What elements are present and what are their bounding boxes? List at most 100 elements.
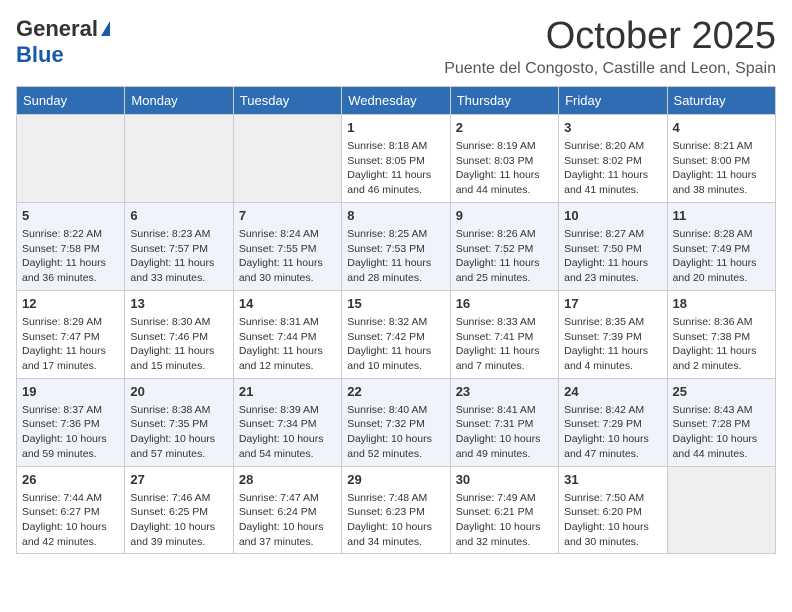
- day-info: Daylight: 10 hours and 49 minutes.: [456, 432, 553, 461]
- day-info: Sunrise: 8:35 AM: [564, 315, 661, 330]
- calendar-cell: 7Sunrise: 8:24 AMSunset: 7:55 PMDaylight…: [233, 202, 341, 290]
- calendar-cell: 30Sunrise: 7:49 AMSunset: 6:21 PMDayligh…: [450, 466, 558, 554]
- day-info: Sunset: 7:49 PM: [673, 242, 770, 257]
- day-number: 13: [130, 295, 227, 313]
- day-info: Daylight: 10 hours and 42 minutes.: [22, 520, 119, 549]
- calendar-cell: 27Sunrise: 7:46 AMSunset: 6:25 PMDayligh…: [125, 466, 233, 554]
- day-info: Daylight: 10 hours and 47 minutes.: [564, 432, 661, 461]
- calendar-cell: [233, 114, 341, 202]
- calendar-cell: 20Sunrise: 8:38 AMSunset: 7:35 PMDayligh…: [125, 378, 233, 466]
- calendar-cell: 14Sunrise: 8:31 AMSunset: 7:44 PMDayligh…: [233, 290, 341, 378]
- day-number: 17: [564, 295, 661, 313]
- calendar-cell: [125, 114, 233, 202]
- weekday-header-sunday: Sunday: [17, 86, 125, 114]
- calendar-cell: 11Sunrise: 8:28 AMSunset: 7:49 PMDayligh…: [667, 202, 775, 290]
- calendar-cell: 17Sunrise: 8:35 AMSunset: 7:39 PMDayligh…: [559, 290, 667, 378]
- day-info: Sunset: 6:20 PM: [564, 505, 661, 520]
- day-info: Sunset: 7:41 PM: [456, 330, 553, 345]
- day-info: Sunset: 7:44 PM: [239, 330, 336, 345]
- day-info: Daylight: 11 hours and 23 minutes.: [564, 256, 661, 285]
- month-title: October 2025: [444, 16, 776, 58]
- day-number: 8: [347, 207, 444, 225]
- calendar-cell: 18Sunrise: 8:36 AMSunset: 7:38 PMDayligh…: [667, 290, 775, 378]
- day-info: Sunset: 8:03 PM: [456, 154, 553, 169]
- day-info: Sunset: 7:47 PM: [22, 330, 119, 345]
- day-info: Sunrise: 8:43 AM: [673, 403, 770, 418]
- day-info: Sunset: 7:39 PM: [564, 330, 661, 345]
- day-info: Sunset: 7:57 PM: [130, 242, 227, 257]
- logo: General Blue: [16, 16, 110, 68]
- day-info: Sunrise: 8:33 AM: [456, 315, 553, 330]
- day-info: Sunset: 6:21 PM: [456, 505, 553, 520]
- calendar-cell: 21Sunrise: 8:39 AMSunset: 7:34 PMDayligh…: [233, 378, 341, 466]
- day-info: Sunrise: 8:26 AM: [456, 227, 553, 242]
- day-info: Daylight: 11 hours and 17 minutes.: [22, 344, 119, 373]
- day-info: Sunrise: 8:20 AM: [564, 139, 661, 154]
- day-number: 24: [564, 383, 661, 401]
- day-number: 28: [239, 471, 336, 489]
- day-info: Sunrise: 8:38 AM: [130, 403, 227, 418]
- day-info: Sunrise: 8:23 AM: [130, 227, 227, 242]
- day-number: 7: [239, 207, 336, 225]
- calendar-cell: 15Sunrise: 8:32 AMSunset: 7:42 PMDayligh…: [342, 290, 450, 378]
- calendar-cell: 8Sunrise: 8:25 AMSunset: 7:53 PMDaylight…: [342, 202, 450, 290]
- calendar-cell: 26Sunrise: 7:44 AMSunset: 6:27 PMDayligh…: [17, 466, 125, 554]
- day-info: Sunset: 7:29 PM: [564, 417, 661, 432]
- calendar-cell: 19Sunrise: 8:37 AMSunset: 7:36 PMDayligh…: [17, 378, 125, 466]
- day-info: Sunrise: 8:39 AM: [239, 403, 336, 418]
- day-info: Daylight: 11 hours and 25 minutes.: [456, 256, 553, 285]
- day-info: Sunrise: 7:44 AM: [22, 491, 119, 506]
- day-info: Sunrise: 8:18 AM: [347, 139, 444, 154]
- day-number: 15: [347, 295, 444, 313]
- day-number: 20: [130, 383, 227, 401]
- calendar-cell: 9Sunrise: 8:26 AMSunset: 7:52 PMDaylight…: [450, 202, 558, 290]
- day-info: Sunrise: 8:21 AM: [673, 139, 770, 154]
- day-info: Sunset: 7:50 PM: [564, 242, 661, 257]
- day-info: Sunrise: 8:32 AM: [347, 315, 444, 330]
- calendar-cell: 25Sunrise: 8:43 AMSunset: 7:28 PMDayligh…: [667, 378, 775, 466]
- day-info: Daylight: 11 hours and 46 minutes.: [347, 168, 444, 197]
- weekday-header-row: SundayMondayTuesdayWednesdayThursdayFrid…: [17, 86, 776, 114]
- day-number: 25: [673, 383, 770, 401]
- day-number: 5: [22, 207, 119, 225]
- day-number: 6: [130, 207, 227, 225]
- calendar-week-3: 12Sunrise: 8:29 AMSunset: 7:47 PMDayligh…: [17, 290, 776, 378]
- day-info: Sunset: 6:27 PM: [22, 505, 119, 520]
- calendar-week-2: 5Sunrise: 8:22 AMSunset: 7:58 PMDaylight…: [17, 202, 776, 290]
- day-info: Sunrise: 8:42 AM: [564, 403, 661, 418]
- calendar-cell: 29Sunrise: 7:48 AMSunset: 6:23 PMDayligh…: [342, 466, 450, 554]
- day-info: Daylight: 10 hours and 32 minutes.: [456, 520, 553, 549]
- day-info: Daylight: 10 hours and 44 minutes.: [673, 432, 770, 461]
- day-info: Sunrise: 7:46 AM: [130, 491, 227, 506]
- day-info: Sunrise: 8:25 AM: [347, 227, 444, 242]
- day-number: 11: [673, 207, 770, 225]
- day-number: 4: [673, 119, 770, 137]
- day-info: Daylight: 11 hours and 44 minutes.: [456, 168, 553, 197]
- logo-general-text: General: [16, 16, 98, 42]
- day-info: Sunrise: 8:40 AM: [347, 403, 444, 418]
- calendar-cell: [667, 466, 775, 554]
- calendar-week-5: 26Sunrise: 7:44 AMSunset: 6:27 PMDayligh…: [17, 466, 776, 554]
- day-info: Sunrise: 8:41 AM: [456, 403, 553, 418]
- day-info: Daylight: 10 hours and 34 minutes.: [347, 520, 444, 549]
- day-info: Sunset: 7:42 PM: [347, 330, 444, 345]
- weekday-header-saturday: Saturday: [667, 86, 775, 114]
- calendar-cell: 13Sunrise: 8:30 AMSunset: 7:46 PMDayligh…: [125, 290, 233, 378]
- weekday-header-tuesday: Tuesday: [233, 86, 341, 114]
- calendar-cell: 22Sunrise: 8:40 AMSunset: 7:32 PMDayligh…: [342, 378, 450, 466]
- calendar-cell: 12Sunrise: 8:29 AMSunset: 7:47 PMDayligh…: [17, 290, 125, 378]
- day-info: Sunrise: 7:50 AM: [564, 491, 661, 506]
- day-number: 16: [456, 295, 553, 313]
- day-number: 29: [347, 471, 444, 489]
- day-number: 9: [456, 207, 553, 225]
- location-title: Puente del Congosto, Castille and Leon, …: [444, 60, 776, 78]
- day-info: Sunrise: 7:47 AM: [239, 491, 336, 506]
- day-info: Sunrise: 8:29 AM: [22, 315, 119, 330]
- day-info: Sunrise: 8:28 AM: [673, 227, 770, 242]
- day-info: Sunset: 7:31 PM: [456, 417, 553, 432]
- calendar-cell: 2Sunrise: 8:19 AMSunset: 8:03 PMDaylight…: [450, 114, 558, 202]
- day-info: Sunset: 8:05 PM: [347, 154, 444, 169]
- day-info: Daylight: 11 hours and 38 minutes.: [673, 168, 770, 197]
- calendar-cell: 4Sunrise: 8:21 AMSunset: 8:00 PMDaylight…: [667, 114, 775, 202]
- day-number: 2: [456, 119, 553, 137]
